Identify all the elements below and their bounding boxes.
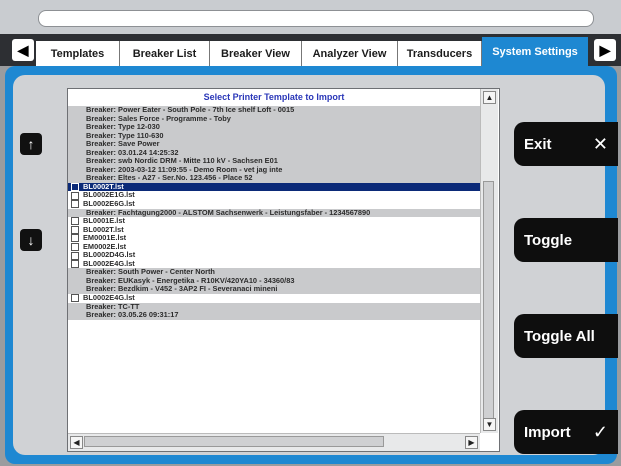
- exit-button-label: Exit: [524, 135, 552, 153]
- row-label: BL0002T.lst: [83, 182, 124, 191]
- breaker-group-row[interactable]: Breaker: Bezdkim - V452 - 3AP2 FI - Seve…: [68, 285, 480, 295]
- row-label: Breaker: Type 110-630: [86, 131, 164, 140]
- row-label: BL0002E6G.lst: [83, 200, 135, 208]
- window-title-bar: [0, 0, 621, 34]
- row-label: BL0002D4G.lst: [83, 251, 136, 260]
- horizontal-scroll-thumb[interactable]: [84, 436, 384, 447]
- template-file-row[interactable]: BL0002E1G.lst: [68, 191, 480, 201]
- row-label: Breaker: EUKasyk - Energetika - R10KV/42…: [86, 276, 295, 285]
- template-list[interactable]: Select Printer Template to Import Breake…: [67, 88, 500, 452]
- breaker-group-row[interactable]: Breaker: EUKasyk - Energetika - R10KV/42…: [68, 276, 480, 286]
- exit-button[interactable]: Exit ✕: [514, 122, 618, 166]
- tab-breaker-view[interactable]: Breaker View: [210, 41, 302, 66]
- tab-scroll-left-icon[interactable]: ◀: [12, 39, 34, 61]
- toggle-button-label: Toggle: [524, 231, 573, 249]
- close-icon: ✕: [592, 133, 608, 154]
- template-file-row[interactable]: BL0002D4G.lst: [68, 251, 480, 260]
- list-title: Select Printer Template to Import: [68, 89, 480, 105]
- row-label: Breaker: 2003-03-12 11:09:55 - Demo Room…: [86, 165, 283, 174]
- row-label: Breaker: TC-TT: [86, 302, 140, 311]
- row-label: EM0002E.lst: [83, 242, 127, 251]
- row-label: Breaker: 03.01.24 14:25:32: [86, 148, 179, 157]
- row-label: Breaker: Type 12-030: [86, 123, 160, 132]
- scroll-up-arrow-icon[interactable]: ↑: [20, 133, 42, 155]
- scroll-down-arrow-icon[interactable]: ↓: [20, 229, 42, 251]
- breaker-group-row[interactable]: Breaker: South Power - Center North: [68, 268, 480, 277]
- row-label: Breaker: Eltes - A27 - Ser.No. 123.456 -…: [86, 174, 253, 183]
- breaker-group-row[interactable]: Breaker: Fachtagung2000 - ALSTOM Sachsen…: [68, 208, 480, 218]
- template-file-row[interactable]: BL0002E6G.lst: [68, 200, 480, 209]
- tab-system-settings[interactable]: System Settings: [482, 37, 588, 66]
- address-bar: [38, 10, 594, 27]
- breaker-group-row[interactable]: Breaker: Type 12-030: [68, 123, 480, 132]
- file-checkbox[interactable]: [71, 243, 79, 252]
- horizontal-scrollbar[interactable]: ◀ ▶: [68, 433, 480, 451]
- file-checkbox[interactable]: [71, 200, 79, 209]
- scroll-up-icon[interactable]: ▲: [483, 91, 496, 104]
- tab-transducers[interactable]: Transducers: [398, 41, 482, 66]
- check-icon: ✓: [592, 421, 608, 442]
- template-file-row[interactable]: BL0002E4G.lst: [68, 294, 480, 303]
- breaker-group-row[interactable]: Breaker: Save Power: [68, 140, 480, 149]
- scroll-right-icon[interactable]: ▶: [465, 436, 478, 449]
- row-label: EM0001E.lst: [83, 234, 127, 243]
- file-checkbox[interactable]: [71, 260, 79, 269]
- toggle-button[interactable]: Toggle: [514, 218, 618, 262]
- breaker-group-row[interactable]: Breaker: Type 110-630: [68, 131, 480, 141]
- template-file-row[interactable]: BL0002T.lst: [68, 225, 480, 235]
- row-label: BL0002E4G.lst: [83, 259, 135, 268]
- template-file-row[interactable]: BL0001E.lst: [68, 217, 480, 226]
- row-label: BL0002E4G.lst: [83, 294, 135, 303]
- row-label: Breaker: Bezdkim - V452 - 3AP2 FI - Seve…: [86, 285, 278, 294]
- file-checkbox[interactable]: [71, 191, 79, 200]
- toggle-all-button-label: Toggle All: [524, 327, 595, 345]
- row-label: Breaker: Power Eater - South Pole - 7th …: [86, 106, 295, 114]
- template-file-row[interactable]: BL0002E4G.lst: [68, 259, 480, 269]
- template-file-row[interactable]: BL0002T.lst: [68, 182, 480, 192]
- row-label: Breaker: 03.05.26 09:31:17: [86, 311, 179, 320]
- file-checkbox[interactable]: [71, 234, 79, 243]
- template-file-row[interactable]: EM0001E.lst: [68, 234, 480, 243]
- vertical-scrollbar[interactable]: ▲ ▼: [480, 89, 498, 433]
- breaker-group-row[interactable]: Breaker: swb Nordic DRM - Mitte 110 kV -…: [68, 157, 480, 166]
- row-label: BL0002E1G.lst: [83, 191, 135, 200]
- toggle-all-button[interactable]: Toggle All: [514, 314, 618, 358]
- file-checkbox[interactable]: [71, 183, 79, 192]
- vertical-scroll-thumb[interactable]: [483, 181, 494, 431]
- breaker-group-row[interactable]: Breaker: TC-TT: [68, 302, 480, 312]
- row-label: Breaker: Save Power: [86, 140, 160, 149]
- tab-analyzer-view[interactable]: Analyzer View: [302, 41, 398, 66]
- import-button-label: Import: [524, 423, 571, 441]
- row-label: Breaker: Fachtagung2000 - ALSTOM Sachsen…: [86, 208, 371, 217]
- file-checkbox[interactable]: [71, 225, 79, 234]
- tab-breaker-list[interactable]: Breaker List: [120, 41, 210, 66]
- row-label: BL0001E.lst: [83, 217, 125, 226]
- scroll-left-icon[interactable]: ◀: [70, 436, 83, 449]
- tab-templates[interactable]: Templates: [36, 41, 120, 66]
- scroll-down-icon[interactable]: ▼: [483, 418, 496, 431]
- row-label: Breaker: Sales Force - Programme - Toby: [86, 114, 231, 123]
- breaker-group-row[interactable]: Breaker: 03.01.24 14:25:32: [68, 148, 480, 158]
- breaker-group-row[interactable]: Breaker: Power Eater - South Pole - 7th …: [68, 106, 480, 115]
- row-label: Breaker: South Power - Center North: [86, 268, 215, 277]
- file-checkbox[interactable]: [71, 294, 79, 303]
- import-button[interactable]: Import ✓: [514, 410, 618, 454]
- template-file-row[interactable]: EM0002E.lst: [68, 242, 480, 252]
- list-rows: Breaker: Power Eater - South Pole - 7th …: [68, 106, 480, 320]
- breaker-group-row[interactable]: Breaker: Sales Force - Programme - Toby: [68, 114, 480, 124]
- tab-scroll-right-icon[interactable]: ▶: [594, 39, 616, 61]
- row-label: BL0002T.lst: [83, 225, 124, 234]
- row-label: Breaker: swb Nordic DRM - Mitte 110 kV -…: [86, 157, 278, 166]
- breaker-group-row[interactable]: Breaker: 2003-03-12 11:09:55 - Demo Room…: [68, 165, 480, 175]
- file-checkbox[interactable]: [71, 251, 79, 260]
- breaker-group-row[interactable]: Breaker: Eltes - A27 - Ser.No. 123.456 -…: [68, 174, 480, 183]
- file-checkbox[interactable]: [71, 217, 79, 226]
- breaker-group-row[interactable]: Breaker: 03.05.26 09:31:17: [68, 311, 480, 320]
